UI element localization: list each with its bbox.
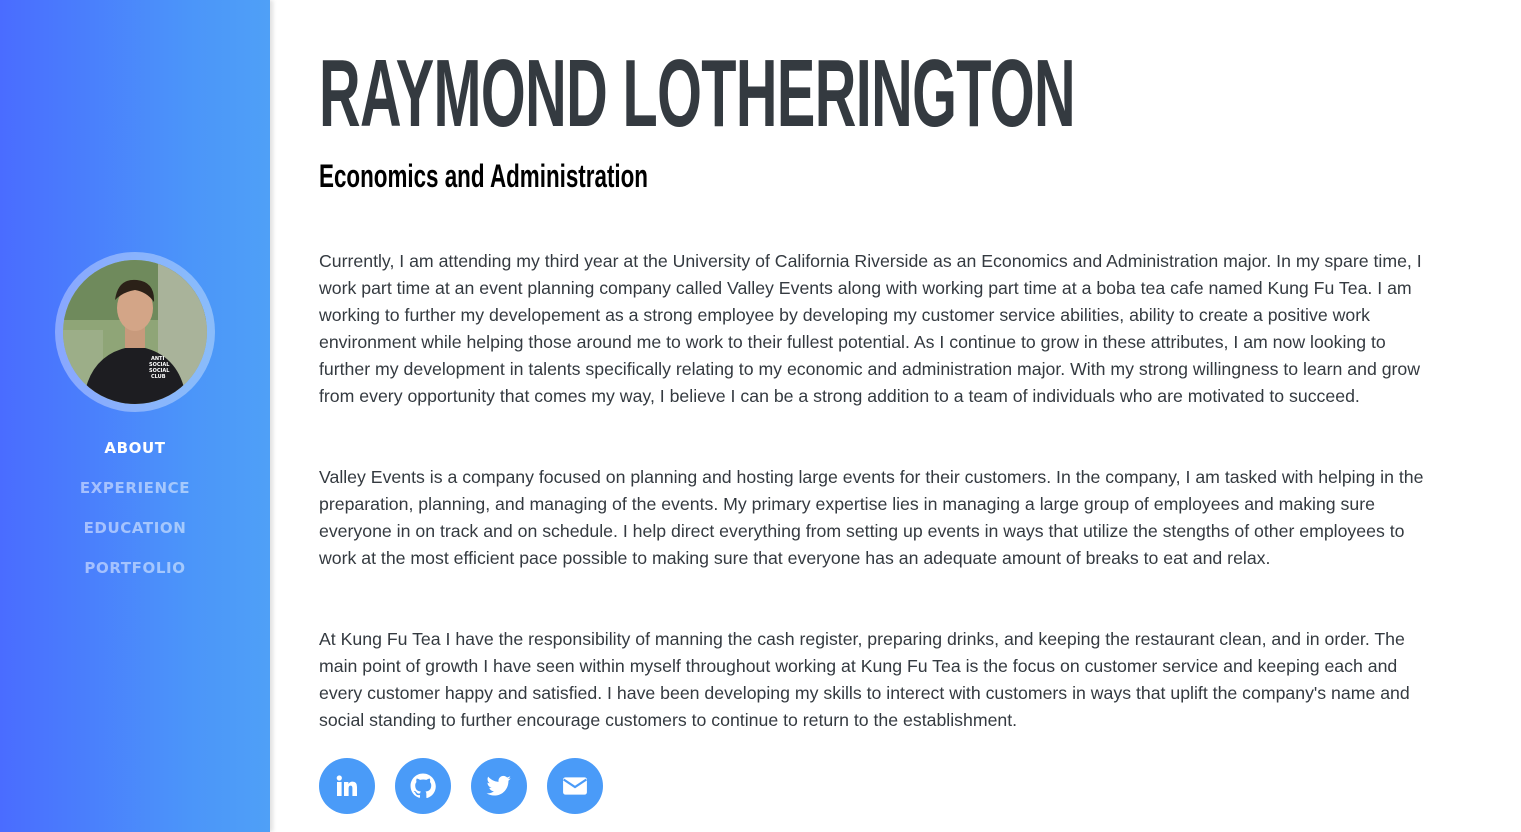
page-title: RAYMOND LOTHERINGTON [319,40,1076,147]
twitter-button[interactable] [471,758,527,814]
social-links [319,758,603,814]
page-subtitle: Economics and Administration [319,158,648,194]
about-paragraph-2: Valley Events is a company focused on pl… [319,467,1424,568]
avatar: ANTI SOCIAL SOCIAL CLUB [63,260,207,404]
about-paragraph-3: At Kung Fu Tea I have the responsibility… [319,629,1410,730]
email-button[interactable] [547,758,603,814]
avatar-photo: ANTI SOCIAL SOCIAL CLUB [63,260,207,404]
nav-item-education[interactable]: Education [0,512,270,552]
twitter-icon [486,775,511,796]
github-button[interactable] [395,758,451,814]
linkedin-button[interactable] [319,758,375,814]
nav-item-experience[interactable]: Experience [0,472,270,512]
linkedin-icon [336,775,357,796]
nav-item-portfolio[interactable]: Portfolio [0,552,270,592]
about-paragraph-1: Currently, I am attending my third year … [319,251,1422,406]
hoodie-text-4: CLUB [151,374,166,380]
github-icon [410,773,436,799]
nav-item-about[interactable]: About [0,432,270,472]
avatar-ring: ANTI SOCIAL SOCIAL CLUB [55,252,215,412]
envelope-icon [563,777,587,795]
sidebar-nav: About Experience Education Portfolio [0,432,270,592]
sidebar: ANTI SOCIAL SOCIAL CLUB About Experience… [0,0,270,832]
